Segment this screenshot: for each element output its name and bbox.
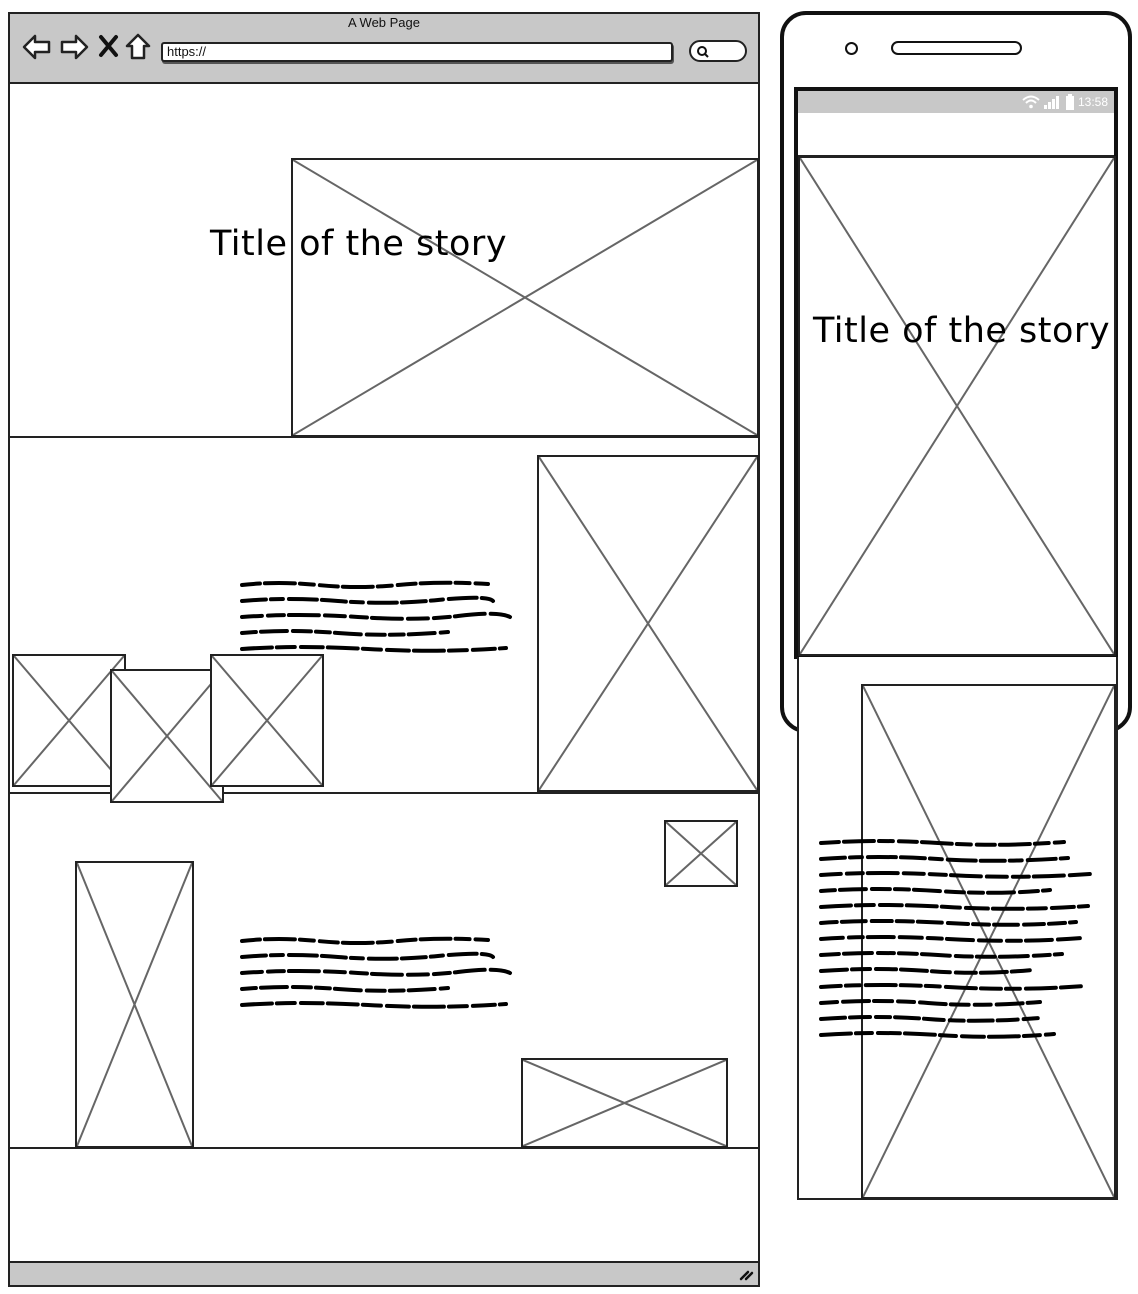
window-title: A Web Page	[347, 15, 421, 30]
mobile-header-bar	[798, 113, 1114, 157]
wifi-icon	[1022, 95, 1040, 109]
search-button[interactable]	[689, 40, 747, 62]
resize-grip-icon[interactable]	[738, 1266, 754, 1282]
small-image-placeholder	[12, 654, 126, 787]
tall-image-placeholder	[537, 455, 759, 792]
home-icon[interactable]	[124, 32, 152, 60]
signal-icon	[1043, 95, 1061, 109]
text-scribble-block	[238, 578, 518, 654]
wide-image-placeholder	[521, 1058, 728, 1148]
tiny-image-placeholder	[664, 820, 738, 887]
narrow-image-placeholder	[75, 861, 194, 1148]
status-time: 13:58	[1078, 95, 1109, 109]
phone-speaker	[891, 41, 1022, 55]
phone-camera	[845, 42, 858, 55]
mobile-hero-title: Title of the story	[813, 311, 1111, 351]
small-image-placeholder	[210, 654, 324, 787]
battery-icon	[1065, 94, 1075, 110]
forward-arrow-icon[interactable]	[59, 33, 89, 61]
url-input[interactable]: https://	[161, 42, 673, 62]
mobile-hero-image-placeholder	[798, 156, 1116, 656]
close-x-icon[interactable]	[98, 34, 120, 58]
search-icon	[696, 45, 710, 59]
mobile-text-scribble-block	[818, 836, 1096, 1040]
hero-image-placeholder	[291, 158, 759, 437]
small-image-placeholder	[110, 669, 224, 803]
text-scribble-block	[238, 934, 518, 1010]
hero-title: Title of the story	[210, 224, 508, 264]
browser-status-bar	[8, 1261, 760, 1287]
back-arrow-icon[interactable]	[22, 33, 52, 61]
url-text: https://	[167, 44, 207, 59]
